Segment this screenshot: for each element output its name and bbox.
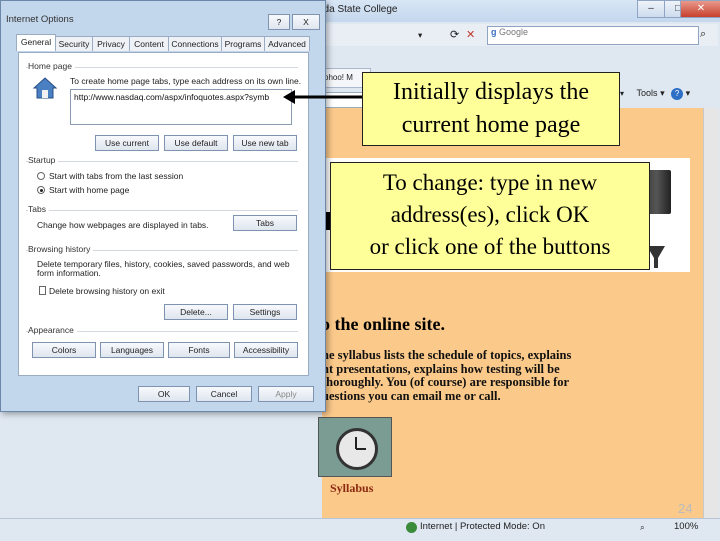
dialog-help-button[interactable]: ? [268, 14, 290, 30]
welcome-heading: o the online site. [321, 314, 445, 334]
group-divider [26, 161, 298, 162]
browsing-history-description-line2: form information. [37, 268, 101, 278]
tab-security[interactable]: Security [55, 36, 93, 51]
globe-icon [406, 522, 417, 533]
vertical-scrollbar[interactable] [703, 108, 719, 518]
dialog-close-button[interactable]: X [292, 14, 320, 30]
tabs-settings-button[interactable]: Tabs [233, 215, 297, 231]
status-text: Internet | Protected Mode: On [420, 521, 545, 532]
use-default-button[interactable]: Use default [164, 135, 228, 151]
startup-group-label: Startup [28, 155, 59, 165]
syllabus-label[interactable]: Syllabus [330, 481, 373, 496]
refresh-icon[interactable]: ⟳ [450, 28, 459, 41]
tools-menu[interactable]: Tools [637, 88, 658, 98]
callout-line: current home page [401, 112, 581, 138]
tab-programs[interactable]: Programs [221, 36, 265, 51]
home-page-instruction: To create home page tabs, type each addr… [70, 76, 302, 86]
status-bar [0, 518, 720, 541]
slide-number: 24 [678, 501, 693, 516]
startup-last-session-radio[interactable] [37, 172, 45, 180]
delete-on-exit-label: Delete browsing history on exit [49, 286, 165, 296]
dialog-title: Internet Options [6, 14, 74, 25]
dialog-tabs: General Security Privacy Content Connect… [16, 34, 312, 52]
tab-privacy[interactable]: Privacy [92, 36, 130, 51]
cancel-button[interactable]: Cancel [196, 386, 252, 402]
house-icon [32, 77, 58, 99]
search-icon[interactable]: ⌕ [700, 28, 706, 41]
tab-advanced[interactable]: Advanced [264, 36, 310, 51]
browser-close-button[interactable]: ✕ [680, 0, 720, 18]
startup-home-page-radio[interactable] [37, 186, 45, 194]
fonts-button[interactable]: Fonts [168, 342, 230, 358]
dropdown-arrow-icon[interactable]: ▾ [660, 88, 665, 98]
use-current-button[interactable]: Use current [95, 135, 159, 151]
pointer-arrow [283, 90, 373, 104]
callout-change-instructions: To change: type in new address(es), clic… [330, 162, 650, 270]
languages-button[interactable]: Languages [100, 342, 164, 358]
history-settings-button[interactable]: Settings [233, 304, 297, 320]
use-new-tab-button[interactable]: Use new tab [233, 135, 297, 151]
intro-line: thoroughly. You (of course) are responsi… [322, 375, 570, 389]
google-icon: g [491, 27, 497, 37]
intro-line: nt presentations, explains how testing w… [322, 361, 560, 376]
apply-button[interactable]: Apply [258, 386, 314, 402]
tabs-group-label: Tabs [28, 204, 49, 214]
tabs-description: Change how webpages are displayed in tab… [37, 220, 209, 230]
search-input[interactable]: g Google [487, 26, 699, 45]
startup-last-session-label: Start with tabs from the last session [49, 171, 184, 181]
colors-button[interactable]: Colors [32, 342, 96, 358]
home-page-url-input[interactable]: http://www.nasdaq.com/aspx/infoquotes.as… [70, 89, 292, 125]
accessibility-button[interactable]: Accessibility [234, 342, 298, 358]
zoom-level[interactable]: 100% [674, 521, 698, 532]
browser-tab-label: ohoo! M [324, 73, 353, 82]
callout-line: or click one of the buttons [369, 234, 611, 259]
dropdown-arrow-icon[interactable]: ▾ [686, 88, 691, 98]
search-placeholder: Google [499, 27, 529, 37]
delete-history-button[interactable]: Delete... [164, 304, 228, 320]
stop-icon[interactable]: ✕ [466, 28, 475, 41]
intro-line: he syllabus lists the schedule of topics… [322, 348, 572, 362]
callout-line: address(es), click OK [390, 202, 590, 227]
startup-home-page-label: Start with home page [49, 185, 130, 195]
browsing-history-group-label: Browsing history [28, 244, 94, 254]
tab-connections[interactable]: Connections [168, 36, 222, 51]
group-divider [26, 210, 298, 211]
tab-general[interactable]: General [16, 34, 56, 51]
dropdown-arrow-icon[interactable]: ▾ [620, 89, 624, 98]
delete-on-exit-checkbox[interactable] [39, 286, 46, 295]
ok-button[interactable]: OK [138, 386, 190, 402]
command-bar: ▾ Tools ▾ ? ▾ [620, 88, 718, 106]
callout-current-home-page: Initially displays the current home page [362, 72, 620, 146]
callout-line: To change: type in new [382, 170, 598, 195]
help-icon[interactable]: ? [671, 88, 684, 100]
browser-title: rida State College [318, 4, 398, 15]
intro-line: uestions you can email me or call. [322, 388, 501, 403]
callout-line: Initially displays the [393, 79, 589, 105]
dropdown-arrow-icon[interactable]: ▾ [418, 30, 422, 41]
zoom-icon: ⌕ [640, 522, 645, 532]
minimize-button[interactable]: – [637, 0, 665, 18]
appearance-group-label: Appearance [28, 325, 77, 335]
intro-paragraph: he syllabus lists the schedule of topics… [322, 348, 622, 403]
home-page-group-label: Home page [28, 61, 75, 71]
clock-icon [336, 428, 378, 470]
tab-content[interactable]: Content [129, 36, 169, 51]
